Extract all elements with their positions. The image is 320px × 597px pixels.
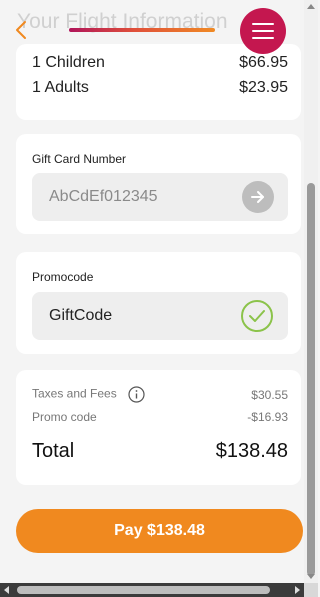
check-circle-icon	[241, 300, 273, 332]
price-summary-card: Taxes and Fees $30.55 Promo code -$16.93…	[16, 370, 301, 485]
horizontal-scrollbar[interactable]	[0, 583, 304, 597]
pay-button[interactable]: Pay $138.48	[16, 509, 303, 553]
gift-card-input[interactable]: AbCdEf012345	[32, 173, 288, 221]
hamburger-line	[252, 30, 274, 32]
promocode-input[interactable]: GiftCode	[32, 292, 288, 340]
scroll-right-icon[interactable]	[295, 586, 300, 594]
page-viewport: 1 Children $66.95 1 Adults $23.95 Your F…	[0, 0, 304, 583]
menu-button[interactable]	[240, 8, 286, 54]
taxes-label: Taxes and Fees	[32, 386, 117, 401]
promocode-label: Promocode	[32, 270, 94, 284]
horizontal-scroll-thumb[interactable]	[17, 586, 270, 594]
promocode-value: GiftCode	[49, 307, 113, 324]
vertical-scrollbar[interactable]	[304, 0, 318, 583]
gift-card-section: Gift Card Number AbCdEf012345	[16, 134, 301, 234]
total-row: Total $138.48	[32, 440, 288, 463]
app-header: Your Flight Information	[0, 0, 304, 58]
promo-discount-value: -$16.93	[247, 410, 288, 424]
taxes-value: $30.55	[251, 387, 288, 402]
hamburger-menu-icon	[252, 23, 274, 25]
passenger-price: $23.95	[239, 79, 288, 96]
promo-discount-label: Promo code	[32, 410, 97, 424]
scroll-left-icon[interactable]	[4, 586, 9, 594]
scroll-down-icon[interactable]	[307, 574, 315, 579]
arrow-right-icon	[251, 191, 264, 203]
info-icon[interactable]	[128, 386, 145, 403]
passenger-row: 1 Adults $23.95	[32, 79, 288, 97]
gift-card-submit-button[interactable]	[242, 181, 274, 213]
gift-card-label: Gift Card Number	[32, 152, 127, 166]
total-label: Total	[32, 440, 75, 462]
passenger-label: 1 Adults	[32, 79, 89, 96]
promocode-section: Promocode GiftCode	[16, 252, 301, 354]
scrollbar-corner	[304, 583, 318, 597]
chevron-left-icon[interactable]	[13, 18, 29, 42]
total-value: $138.48	[215, 440, 288, 462]
scroll-up-icon[interactable]	[307, 4, 315, 9]
taxes-label-wrap: Taxes and Fees	[32, 386, 145, 403]
promo-discount-row: Promo code -$16.93	[32, 410, 288, 424]
vertical-scroll-thumb[interactable]	[307, 183, 315, 576]
taxes-row: Taxes and Fees $30.55	[32, 386, 288, 403]
hamburger-line	[252, 37, 274, 39]
header-accent-bar	[69, 28, 215, 32]
gift-card-value: AbCdEf012345	[49, 188, 158, 205]
